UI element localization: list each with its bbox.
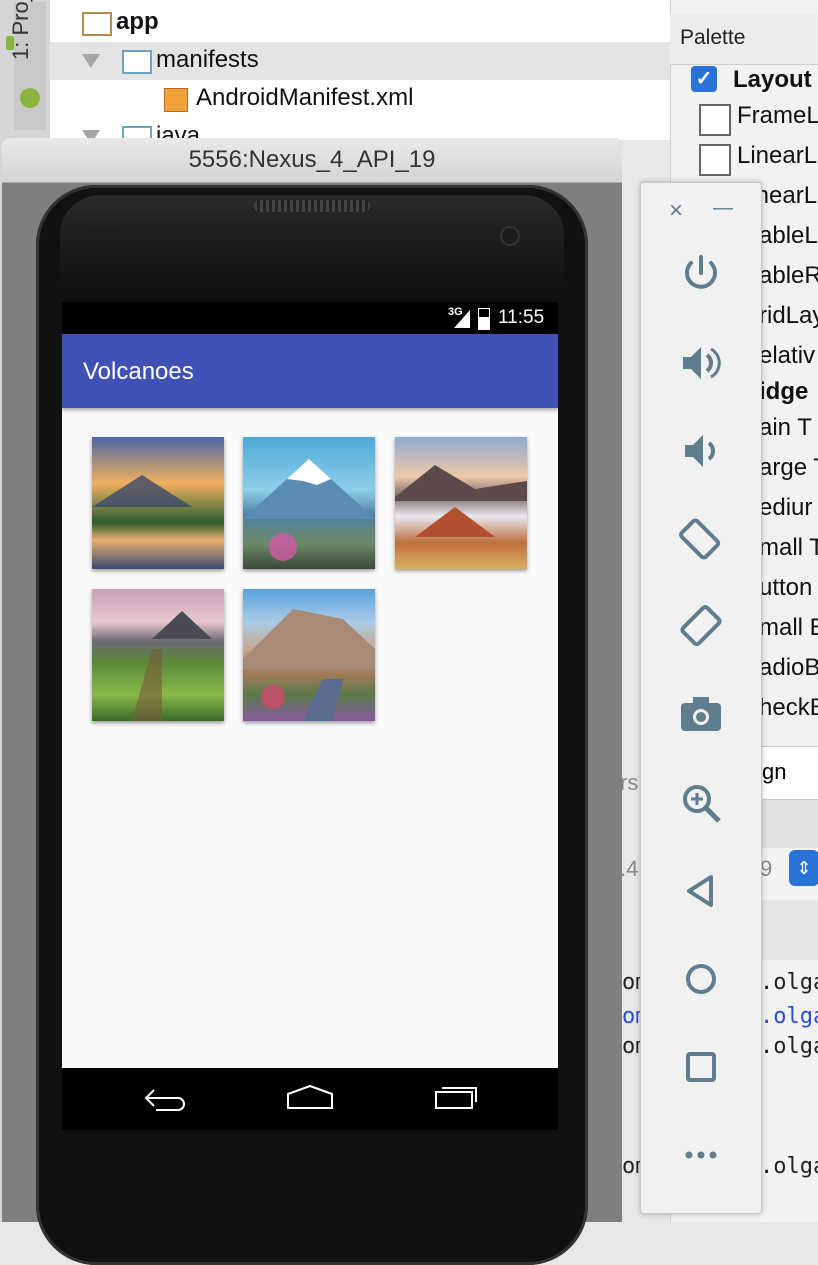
palette-item-label: arge T — [759, 454, 818, 481]
volcano-lake-thumbnail[interactable] — [92, 437, 224, 569]
tree-row-manifests[interactable]: manifests — [50, 42, 670, 80]
proximity-sensor — [92, 230, 116, 240]
front-camera — [500, 226, 520, 246]
tree-label-app: app — [116, 8, 159, 35]
background-text: rs — [620, 770, 639, 795]
palette-item-label: ableL — [759, 222, 818, 249]
expand-arrow-icon[interactable] — [82, 54, 100, 68]
camera-icon[interactable] — [677, 691, 725, 739]
palette-item-label: idge — [759, 378, 809, 405]
checkbox-icon[interactable]: ✓ — [691, 66, 717, 92]
nav-home-icon[interactable] — [284, 1082, 336, 1112]
emulator-titlebar[interactable]: 5556:Nexus_4_API_19 — [2, 138, 622, 183]
palette-item-label: FrameL — [737, 102, 818, 129]
code-text: .olga — [760, 970, 818, 995]
palette-item-label: utton — [759, 574, 813, 601]
palette-item-label: heckB — [759, 694, 818, 721]
rice-field-thumbnail[interactable] — [92, 589, 224, 721]
crater-shape — [395, 465, 527, 537]
spinner-arrows-icon[interactable]: ⇕ — [789, 850, 818, 886]
mountain-road-shape — [243, 609, 375, 721]
palette-item-label: Layout — [733, 66, 812, 93]
tab-design-label: gn — [762, 759, 787, 784]
navigation-bar — [62, 1068, 558, 1130]
tree-label-manifests: manifests — [156, 46, 259, 73]
background-text: .4 — [620, 856, 639, 881]
android-studio-icon — [20, 88, 40, 108]
module-folder-icon — [82, 12, 112, 36]
palette-item-label: elativ — [759, 342, 816, 369]
palette-item[interactable]: FrameL — [671, 98, 818, 138]
rotate-left-icon[interactable] — [677, 515, 725, 563]
code-text: .olga — [760, 1004, 818, 1029]
zoom-icon[interactable] — [677, 779, 725, 827]
frame-layout-icon — [699, 104, 731, 136]
status-time: 11:55 — [498, 307, 545, 328]
snow-peak-thumbnail[interactable] — [243, 437, 375, 569]
mountain-silhouette — [92, 475, 192, 507]
app-bar: Volcanoes — [62, 334, 558, 408]
crater-clouds-thumbnail[interactable] — [395, 437, 527, 569]
palette-group-layouts[interactable]: ✓ Layout — [671, 60, 818, 100]
palette-title: Palette — [680, 26, 746, 49]
more-icon[interactable] — [677, 1131, 725, 1179]
tree-row-manifest-file[interactable]: AndroidManifest.xml — [50, 80, 670, 118]
code-text: .olga — [760, 1154, 818, 1179]
mountain-road-thumbnail[interactable] — [243, 589, 375, 721]
tab-design[interactable]: gn — [757, 746, 818, 800]
volume-up-icon[interactable] — [677, 339, 725, 387]
palette-item-label: mall T — [759, 534, 818, 561]
palette-item-label: ridLay — [759, 302, 818, 329]
palette-item[interactable]: LinearL — [671, 138, 818, 178]
tree-label-manifest: AndroidManifest.xml — [196, 84, 414, 111]
palette-header: Palette — [670, 14, 818, 65]
nav-recents-icon[interactable] — [432, 1082, 480, 1112]
project-tree: app manifests AndroidManifest.xml java — [50, 0, 670, 150]
overview-icon[interactable] — [677, 1043, 725, 1091]
palette-item-label: mall E — [759, 614, 818, 641]
palette-item-label: adioB — [759, 654, 818, 681]
nav-back-icon[interactable] — [142, 1084, 188, 1114]
power-icon[interactable] — [677, 251, 725, 299]
emulator-toolbar: × — — [640, 182, 762, 1214]
status-bar: 3G 11:55 — [62, 302, 558, 334]
rotate-right-icon[interactable] — [677, 603, 725, 651]
field-path — [132, 611, 212, 721]
back-icon[interactable] — [677, 867, 725, 915]
signal-icon — [454, 310, 470, 328]
folder-icon — [122, 50, 152, 74]
palette-item-label: ain T — [759, 414, 812, 441]
home-icon[interactable] — [677, 955, 725, 1003]
app-title: Volcanoes — [83, 358, 194, 385]
linear-layout-icon — [699, 144, 731, 176]
minimize-icon[interactable]: — — [713, 197, 733, 220]
palette-item-label: ediur — [759, 494, 813, 521]
battery-icon — [478, 308, 490, 330]
snow-peak-shape — [243, 459, 375, 561]
speaker-grille — [254, 200, 370, 212]
xml-file-icon — [164, 88, 188, 112]
close-icon[interactable]: × — [669, 197, 683, 225]
code-text: .olga — [760, 1034, 818, 1059]
volume-down-icon[interactable] — [677, 427, 725, 475]
tree-row-app[interactable]: app — [50, 4, 670, 42]
device-screen[interactable]: 3G 11:55 Volcanoes — [62, 302, 558, 1130]
palette-item-label: LinearL — [737, 142, 818, 169]
android-icon — [6, 36, 14, 50]
palette-item-label: ableR — [759, 262, 818, 289]
project-tab-label: 1: Proje — [8, 0, 33, 60]
